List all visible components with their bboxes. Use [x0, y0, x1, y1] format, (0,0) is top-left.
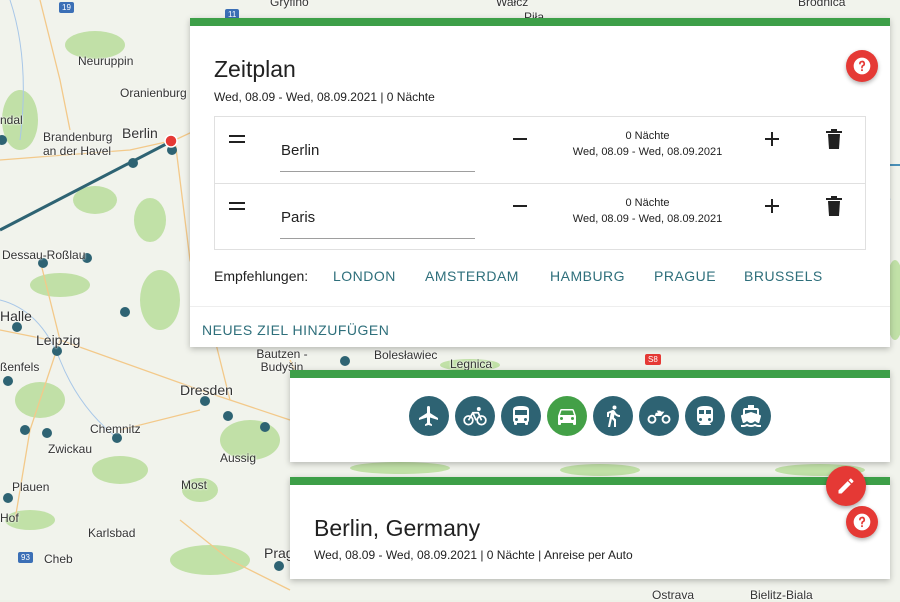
delete-stop-button[interactable] — [825, 129, 843, 149]
city-input-value: Berlin — [281, 142, 320, 159]
map-label: Brodnica — [798, 0, 846, 9]
car-icon — [558, 409, 576, 425]
city-input[interactable]: Berlin — [280, 139, 475, 172]
decrease-nights-button[interactable] — [509, 128, 531, 150]
stop-row: Berlin 0 Nächte Wed, 08.09 - Wed, 08.09.… — [215, 117, 865, 183]
transport-mode-car[interactable] — [547, 396, 587, 436]
bicycle-icon — [463, 407, 487, 426]
trash-icon — [826, 129, 842, 149]
transport-mode-plane[interactable] — [409, 396, 449, 436]
map-label: Oranienburg — [120, 86, 187, 100]
minus-icon — [513, 205, 527, 207]
map-label: Most — [181, 478, 208, 492]
map-label: Brandenburg an der Havel — [43, 130, 113, 158]
ferry-icon — [741, 405, 762, 427]
decrease-nights-button[interactable] — [509, 195, 531, 217]
transport-card — [290, 370, 890, 462]
minus-icon — [513, 138, 527, 140]
stop-nights-count: 0 Nächte — [625, 130, 670, 142]
destination-card: Berlin, Germany Wed, 08.09 - Wed, 08.09.… — [290, 477, 890, 579]
map-label: Halle — [0, 308, 32, 324]
transport-mode-train[interactable] — [685, 396, 725, 436]
map-label: Cheb — [44, 552, 73, 566]
map-label: Neuruppin — [78, 54, 134, 68]
transport-mode-bicycle[interactable] — [455, 396, 495, 436]
schedule-card: Zeitplan Wed, 08.09 - Wed, 08.09.2021 | … — [190, 18, 890, 347]
map-label: Legnica — [450, 357, 493, 371]
divider — [190, 306, 890, 307]
stop-dates: Wed, 08.09 - Wed, 08.09.2021 — [572, 213, 723, 225]
recommendation-london[interactable]: LONDON — [333, 268, 396, 284]
help-button[interactable] — [846, 506, 878, 538]
transport-mode-bus[interactable] — [501, 396, 541, 436]
plus-icon — [765, 132, 779, 146]
road-badge: 93 — [18, 552, 33, 563]
motorcycle-icon — [647, 410, 671, 424]
increase-nights-button[interactable] — [761, 128, 783, 150]
map-label: Wałcz — [496, 0, 529, 9]
help-icon — [853, 513, 871, 531]
increase-nights-button[interactable] — [761, 195, 783, 217]
recommendation-amsterdam[interactable]: AMSTERDAM — [425, 268, 519, 284]
map-label: Berlin — [122, 125, 158, 141]
stop-row: Paris 0 Nächte Wed, 08.09 - Wed, 08.09.2… — [215, 183, 865, 250]
drag-handle-icon[interactable] — [229, 202, 247, 212]
walking-icon — [607, 405, 620, 427]
map-label: ßenfels — [0, 360, 40, 374]
recommendation-brussels[interactable]: BRUSSELS — [744, 268, 823, 284]
destination-title: Berlin, Germany — [314, 515, 481, 541]
map-label: Bolesławiec — [374, 348, 438, 362]
train-icon — [697, 406, 713, 425]
help-button[interactable] — [846, 50, 878, 82]
trash-icon — [826, 196, 842, 216]
city-input[interactable]: Paris — [280, 206, 475, 239]
schedule-subtitle: Wed, 08.09 - Wed, 08.09.2021 | 0 Nächte — [214, 90, 435, 104]
road-badge: S8 — [645, 354, 661, 365]
transport-mode-ferry[interactable] — [731, 396, 771, 436]
transport-mode-motorcycle[interactable] — [639, 396, 679, 436]
recommendation-prague[interactable]: PRAGUE — [654, 268, 716, 284]
road-badge: 19 — [59, 2, 74, 13]
map-label: ndal — [0, 113, 23, 127]
recommendation-hamburg[interactable]: HAMBURG — [550, 268, 625, 284]
stop-nights: 0 Nächte Wed, 08.09 - Wed, 08.09.2021 — [570, 195, 725, 227]
pencil-icon — [838, 478, 854, 494]
bus-icon — [513, 406, 529, 425]
stop-nights: 0 Nächte Wed, 08.09 - Wed, 08.09.2021 — [570, 128, 725, 160]
delete-stop-button[interactable] — [825, 196, 843, 216]
map-label: Dessau-Roßlau — [2, 248, 86, 262]
stop-nights-count: 0 Nächte — [625, 197, 670, 209]
map-label: Dresden — [180, 382, 233, 398]
add-destination-button[interactable]: NEUES ZIEL HINZUFÜGEN — [202, 322, 389, 338]
city-input-value: Paris — [281, 209, 316, 226]
plane-icon — [419, 406, 438, 426]
destination-subtitle: Wed, 08.09 - Wed, 08.09.2021 | 0 Nächte … — [314, 548, 633, 562]
map-label: Aussig — [220, 451, 257, 465]
edit-button[interactable] — [826, 466, 866, 506]
schedule-title: Zeitplan — [214, 56, 296, 82]
transport-mode-walking[interactable] — [593, 396, 633, 436]
stops-list: Berlin 0 Nächte Wed, 08.09 - Wed, 08.09.… — [214, 116, 866, 250]
plus-icon — [765, 199, 779, 213]
map-label: Plauen — [12, 480, 50, 494]
help-icon — [853, 57, 871, 75]
map-label: Hof — [0, 511, 19, 525]
map-label: Gryfino — [270, 0, 309, 9]
map-label: Zwickau — [48, 442, 93, 456]
map-label: Karlsbad — [88, 526, 136, 540]
recommendations-label: Empfehlungen: — [214, 268, 309, 284]
stop-dates: Wed, 08.09 - Wed, 08.09.2021 — [572, 146, 723, 158]
map-label: Chemnitz — [90, 422, 141, 436]
drag-handle-icon[interactable] — [229, 135, 247, 145]
map-label: Leipzig — [36, 332, 81, 348]
